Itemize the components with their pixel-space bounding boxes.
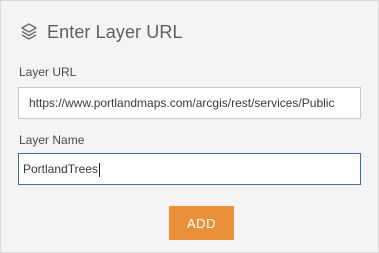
layer-name-label: Layer Name <box>19 133 85 147</box>
layer-url-input[interactable]: https://www.portlandmaps.com/arcgis/rest… <box>18 87 361 119</box>
layer-name-value: PortlandTrees <box>23 162 98 176</box>
layer-name-input[interactable]: PortlandTrees <box>18 153 361 185</box>
layer-url-label: Layer URL <box>19 65 77 79</box>
panel-header: Enter Layer URL <box>19 19 183 45</box>
panel-title: Enter Layer URL <box>47 21 183 42</box>
text-cursor <box>98 162 100 177</box>
enter-layer-url-panel: Enter Layer URL Layer URL https://www.po… <box>0 0 379 253</box>
add-button[interactable]: ADD <box>169 206 234 240</box>
layers-icon <box>19 22 39 42</box>
